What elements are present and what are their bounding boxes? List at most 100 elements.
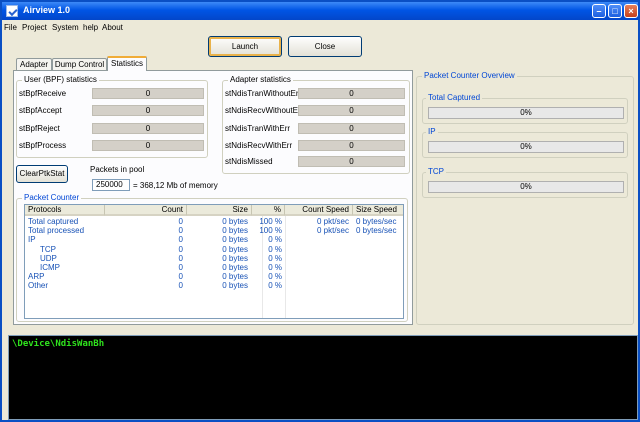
stat-label: stBpfProcess [19, 141, 67, 150]
table-cell-pct: 0 % [268, 281, 282, 291]
table-cell-size-speed: 0 bytes/sec [356, 217, 397, 226]
table-cell-count-speed [285, 263, 349, 272]
column-header-protocols[interactable]: Protocols [25, 205, 105, 216]
table-cell-size-speed [356, 281, 403, 290]
menu-file[interactable]: File [4, 23, 17, 32]
progress-text: 0% [520, 142, 532, 151]
title-bar[interactable]: Airview 1.0 – □ × [2, 2, 638, 20]
packet-counter-title: Packet Counter [22, 193, 82, 202]
tab-dump-control[interactable]: Dump Control [52, 58, 107, 70]
stat-label: stBpfAccept [19, 106, 62, 115]
progress-text: 0% [520, 182, 532, 191]
user-stats-title: User (BPF) statistics [22, 75, 99, 84]
clear-stats-button[interactable]: ClearPtkStat [16, 165, 68, 183]
app-window: Airview 1.0 – □ × File Project System he… [0, 0, 640, 422]
stat-label: stNdisTranWithErr [225, 124, 291, 133]
close-button[interactable]: Close [288, 36, 362, 57]
table-cell-count-speed: 0 pkt/sec [316, 217, 349, 226]
table-cell-count: 0 [178, 263, 183, 272]
stat-value: 0 [298, 156, 405, 167]
progress-text: 0% [520, 108, 532, 117]
overview-group-title: Total Captured [426, 93, 483, 102]
stat-value: 0 [92, 123, 204, 134]
table-cell-size-speed [356, 263, 403, 272]
table-cell-count: 0 [178, 281, 183, 291]
stat-value: 0 [298, 88, 405, 99]
table-cell-protocol: IP [28, 235, 36, 245]
stat-value: 0 [92, 88, 204, 99]
tab-adapter[interactable]: Adapter [16, 58, 52, 70]
ip-progress-bar: 0% [428, 141, 624, 153]
console-text: \Device\NdisWanBh [12, 339, 105, 349]
maximize-icon[interactable]: □ [608, 4, 622, 18]
console-output[interactable]: \Device\NdisWanBh [8, 335, 638, 420]
menu-help[interactable]: help [83, 23, 98, 32]
table-cell-size-speed [356, 235, 403, 244]
overview-tcp-group: TCP 0% [422, 167, 628, 198]
packet-counter-table[interactable]: Protocols Count Size % Count Speed Size … [24, 204, 404, 319]
pool-size-input[interactable]: 250000 [92, 179, 130, 191]
table-cell-size: 0 bytes [222, 217, 248, 226]
table-cell-count: 0 [178, 253, 183, 263]
overview-ip-group: IP 0% [422, 127, 628, 158]
stat-value: 0 [298, 140, 405, 151]
table-cell-count-speed [285, 235, 349, 244]
table-cell-size-speed: 0 bytes/sec [356, 226, 397, 236]
table-cell-pct: 100 % [259, 226, 282, 236]
table-cell-count-speed [285, 254, 349, 263]
table-cell-pct: 0 % [268, 235, 282, 245]
pool-label: Packets in pool [90, 165, 145, 174]
table-cell-count: 0 [178, 244, 183, 254]
tab-statistics[interactable]: Statistics [107, 56, 147, 71]
table-cell-size-speed [356, 272, 403, 281]
tcp-progress-bar: 0% [428, 181, 624, 193]
table-cell-count-speed [285, 281, 349, 290]
stat-label: stBpfReject [19, 124, 60, 133]
column-header-size-speed[interactable]: Size Speed [353, 205, 403, 216]
stat-label: stNdisRecvWithoutErr [225, 106, 304, 115]
table-cell-size: 0 bytes [222, 272, 248, 282]
stat-value: 0 [298, 123, 405, 134]
table-cell-size: 0 bytes [222, 281, 248, 291]
table-cell-count: 0 [178, 235, 183, 245]
total-captured-progress-bar: 0% [428, 107, 624, 119]
table-cell-size: 0 bytes [222, 244, 248, 254]
stat-label: stNdisTranWithoutErr [225, 89, 302, 98]
column-header-percent[interactable]: % [252, 205, 285, 216]
table-cell-count: 0 [178, 272, 183, 282]
stat-value: 0 [298, 105, 405, 116]
table-cell-count: 0 [178, 217, 183, 226]
table-cell-size: 0 bytes [222, 263, 248, 272]
stat-value: 0 [92, 105, 204, 116]
menu-about[interactable]: About [102, 23, 123, 32]
stat-value: 0 [92, 140, 204, 151]
table-cell-size-speed [356, 245, 403, 254]
column-header-size[interactable]: Size [187, 205, 252, 216]
menu-system[interactable]: System [52, 23, 79, 32]
app-icon [6, 5, 18, 17]
stat-label: stNdisMissed [225, 157, 273, 166]
overview-group-title: TCP [426, 167, 446, 176]
close-icon[interactable]: × [624, 4, 638, 18]
column-header-count-speed[interactable]: Count Speed [285, 205, 353, 216]
table-cell-protocol: Total captured [28, 217, 79, 226]
column-header-count[interactable]: Count [105, 205, 187, 216]
table-cell-protocol: Total processed [28, 226, 85, 236]
table-cell-pct: 100 % [259, 217, 282, 226]
minimize-icon[interactable]: – [592, 4, 606, 18]
table-cell-count-speed [285, 245, 349, 254]
table-cell-size: 0 bytes [222, 235, 248, 245]
table-cell-pct: 0 % [268, 244, 282, 254]
table-cell-pct: 0 % [268, 263, 282, 272]
stat-label: stBpfReceive [19, 89, 67, 98]
overview-title: Packet Counter Overview [422, 71, 517, 80]
window-title: Airview 1.0 [23, 5, 71, 15]
table-cell-size-speed [356, 254, 403, 263]
table-cell-pct: 0 % [268, 253, 282, 263]
menu-project[interactable]: Project [22, 23, 47, 32]
menu-bar: File Project System help About [2, 20, 638, 34]
launch-button[interactable]: Launch [208, 36, 282, 57]
overview-group-title: IP [426, 127, 438, 136]
table-cell-protocol: Other [28, 281, 49, 291]
overview-total-captured-group: Total Captured 0% [422, 93, 628, 124]
